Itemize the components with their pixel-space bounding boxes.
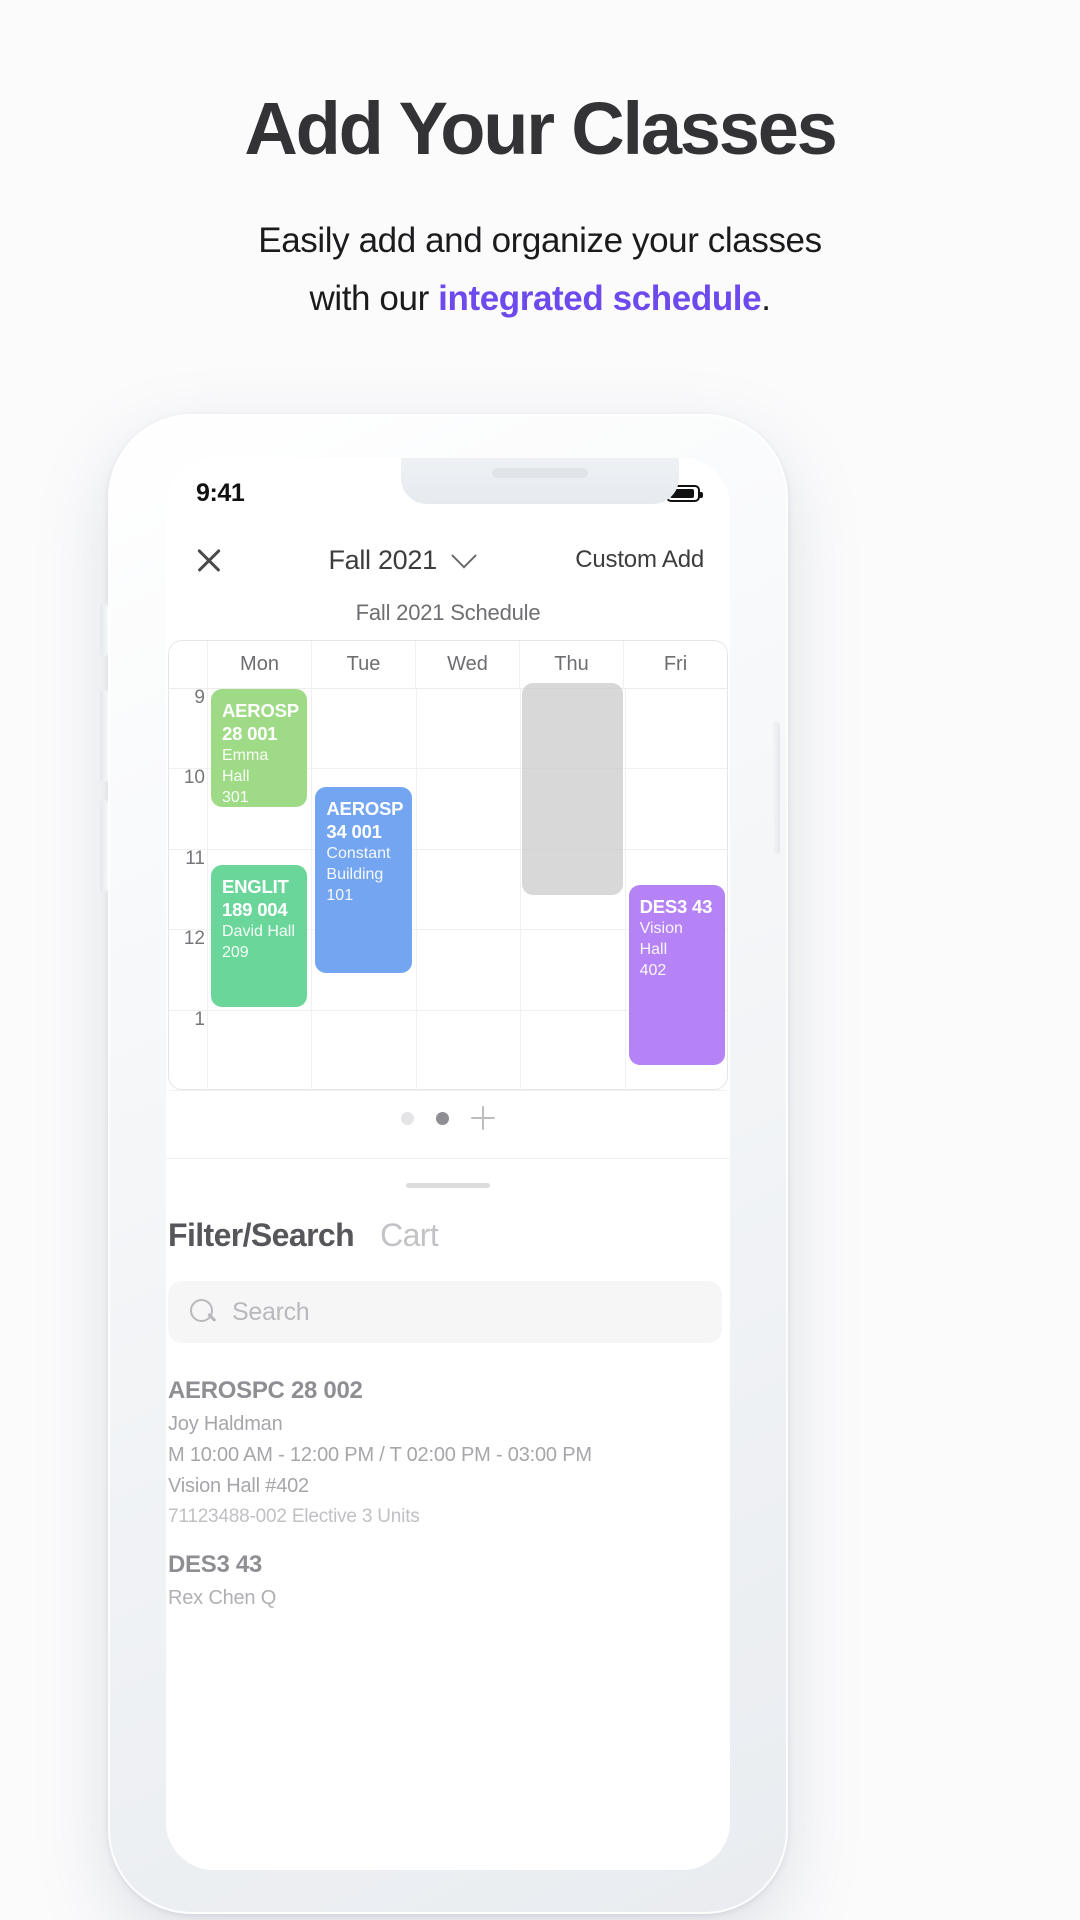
subtitle-line-1: Easily add and organize your classes xyxy=(258,221,822,260)
weekly-schedule-grid[interactable]: Mon Tue Wed Thu Fri 9 10 11 12 1 AEROSP … xyxy=(168,640,728,1091)
day-column-header-mon: Mon xyxy=(207,641,311,688)
event-instructor: Constant xyxy=(326,845,391,862)
tab-cart[interactable]: Cart xyxy=(380,1217,439,1254)
event-code: DES3 43 xyxy=(639,896,713,917)
course-list-item[interactable]: DES3 43 Rex Chen Q xyxy=(168,1551,722,1610)
course-instructor: Joy Haldman xyxy=(168,1413,283,1435)
event-section: 28 001 xyxy=(222,723,278,744)
tab-filter-search[interactable]: Filter/Search xyxy=(168,1217,355,1254)
event-code: AEROSP xyxy=(222,700,299,721)
event-instructor: Emma Hall xyxy=(222,747,269,785)
schedule-event-block[interactable]: DES3 43 Vision Hall 402 xyxy=(628,885,725,1065)
hour-label: 9 xyxy=(194,687,205,708)
sheet-tabs: Filter/Search Cart xyxy=(166,1217,439,1254)
schedule-event-block[interactable]: AEROSP 34 001 Constant Building 101 xyxy=(315,787,412,973)
drag-placeholder-block xyxy=(522,683,623,895)
page-subtitle: Easily add and organize your classes wit… xyxy=(0,212,1080,328)
pager-dot-2[interactable] xyxy=(436,1111,449,1125)
course-title: AEROSPC 28 002 xyxy=(168,1377,363,1404)
phone-notch xyxy=(401,458,679,504)
event-code: AEROSP xyxy=(326,798,404,819)
pager-dot-1[interactable] xyxy=(401,1111,414,1125)
event-room: Building 101 xyxy=(326,866,384,904)
schedule-pager xyxy=(166,1106,730,1130)
calendar-day-header: Mon Tue Wed Thu Fri xyxy=(169,641,727,689)
calendar-gutter-spacer xyxy=(169,641,207,688)
course-instructor: Rex Chen Q xyxy=(168,1587,277,1609)
schedule-label: Fall 2021 Schedule xyxy=(355,600,541,625)
schedule-event-block[interactable]: ENGLIT 189 004 David Hall 209 xyxy=(211,865,308,1007)
status-time: 9:41 xyxy=(196,478,245,507)
phone-screen: 9:41 Fall 2021 Custom Add Fall 2021 Sche… xyxy=(166,458,730,1870)
chevron-down-icon xyxy=(451,543,477,569)
phone-earpiece-speaker xyxy=(492,468,588,478)
hour-label: 12 xyxy=(183,928,205,950)
drag-handle-icon[interactable] xyxy=(406,1183,490,1188)
plus-icon[interactable] xyxy=(471,1106,495,1130)
search-icon xyxy=(190,1299,216,1325)
day-column-header-thu: Thu xyxy=(519,641,623,688)
search-input[interactable]: Search xyxy=(168,1281,722,1343)
day-column-header-wed: Wed xyxy=(415,641,519,688)
schedule-event-block[interactable]: AEROSP 28 001 Emma Hall 301 xyxy=(211,689,308,807)
event-instructor: David Hall xyxy=(222,923,295,940)
event-section: 34 001 xyxy=(326,821,382,842)
close-icon[interactable] xyxy=(192,543,226,577)
event-room: 301 xyxy=(222,789,249,806)
calendar-body: 9 10 11 12 1 AEROSP 28 001 Emma Hall 301… xyxy=(169,683,727,1091)
hour-label: 10 xyxy=(183,767,205,789)
page-root: Add Your Classes Easily add and organize… xyxy=(0,0,1080,1920)
event-code: ENGLIT xyxy=(222,876,289,897)
course-list-item[interactable]: AEROSPC 28 002 Joy Haldman M 10:00 AM - … xyxy=(168,1377,722,1528)
event-instructor: Vision Hall xyxy=(639,920,683,958)
day-column-header-tue: Tue xyxy=(311,641,415,688)
event-section: 189 004 xyxy=(222,899,288,920)
bottom-sheet: Filter/Search Cart Search AEROSPC 28 002… xyxy=(166,1158,730,1870)
event-room: 402 xyxy=(639,962,667,979)
term-title: Fall 2021 xyxy=(328,544,437,575)
course-location: Vision Hall #402 xyxy=(168,1475,309,1497)
navigation-bar: Fall 2021 Custom Add xyxy=(166,524,730,596)
phone-volume-up-button xyxy=(100,690,108,782)
phone-mute-switch xyxy=(100,604,108,656)
course-times: M 10:00 AM - 12:00 PM / T 02:00 PM - 03:… xyxy=(168,1444,592,1466)
term-selector[interactable]: Fall 2021 xyxy=(226,543,575,576)
phone-power-button xyxy=(772,722,780,854)
subtitle-suffix: . xyxy=(761,279,771,318)
hour-label: 1 xyxy=(194,1008,205,1030)
event-room: 209 xyxy=(222,944,249,961)
day-column-header-fri: Fri xyxy=(623,641,727,688)
phone-volume-down-button xyxy=(100,800,108,892)
search-placeholder: Search xyxy=(232,1297,310,1326)
hour-label: 11 xyxy=(185,847,205,869)
page-title: Add Your Classes xyxy=(244,87,837,170)
custom-add-button[interactable]: Custom Add xyxy=(575,546,704,574)
subtitle-line-2-prefix: with our xyxy=(309,279,439,318)
subtitle-accent: integrated schedule xyxy=(438,279,762,318)
course-title: DES3 43 xyxy=(168,1551,262,1578)
course-meta: 71123488-002 Elective 3 Units xyxy=(168,1506,420,1527)
